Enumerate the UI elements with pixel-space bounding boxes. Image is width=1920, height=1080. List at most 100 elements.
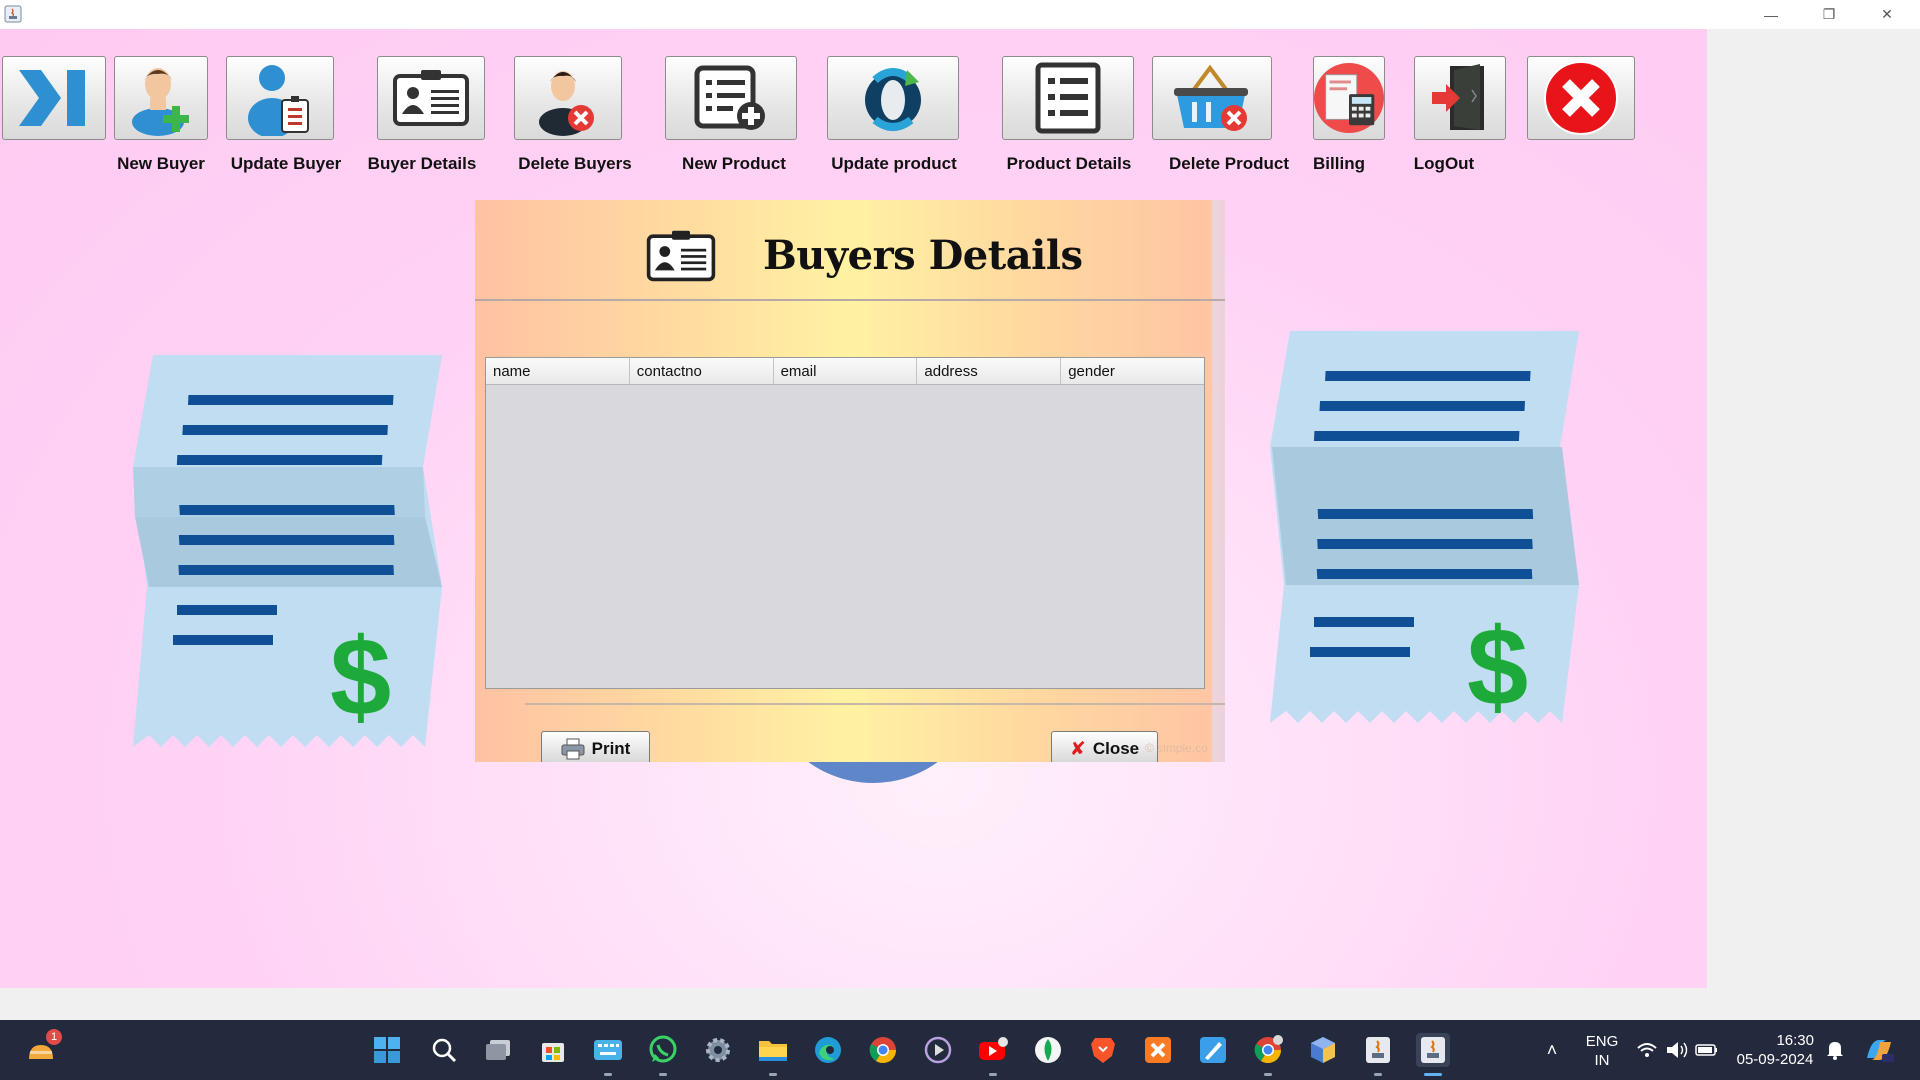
close-label: Close [1092,739,1140,758]
new-buyer-button[interactable] [114,56,208,140]
copilot-button[interactable] [1862,1033,1896,1067]
id-card-icon [393,70,469,126]
product-details-label: Product Details [1006,154,1132,173]
print-label: Print [591,739,631,758]
refresh-icon [865,68,921,131]
main-window-content: New Buyer Update Buyer Buyer Details Del… [0,29,1707,988]
region-label: IN [1594,1052,1610,1069]
logout-door-icon [1432,64,1484,130]
update-buyer-button[interactable] [226,56,334,140]
delete-buyers-button[interactable] [514,56,622,140]
dollar-icon-right: $ [1467,606,1528,729]
taskbar-java-app[interactable] [1361,1033,1395,1076]
play-icon [924,1036,952,1064]
logout-button[interactable] [1414,56,1506,140]
notifications-button[interactable] [1818,1033,1852,1067]
column-header-gender[interactable]: gender [1061,358,1204,384]
delete-product-label: Delete Product [1169,154,1289,173]
taskbar-java-app-active[interactable] [1416,1033,1450,1076]
table-header: name contactno email address gender [486,358,1204,385]
taskbar-microsoft-store[interactable] [536,1033,570,1067]
speaker-icon [1667,1042,1688,1058]
task-view-icon [486,1040,510,1060]
brave-lion-icon [1091,1038,1115,1063]
column-header-email[interactable]: email [774,358,918,384]
language-indicator[interactable]: ENG IN [1580,1032,1624,1070]
column-header-address[interactable]: address [917,358,1062,384]
time-display: 16:30 [1776,1032,1814,1049]
print-button[interactable]: Print [541,731,650,762]
delete-user-icon [539,71,594,136]
whatsapp-icon [649,1035,677,1063]
column-header-name[interactable]: name [486,358,630,384]
battery-status[interactable] [1690,1033,1724,1067]
taskbar-media-player[interactable] [921,1033,955,1067]
collapse-menu-button[interactable] [2,56,106,140]
close-button[interactable]: ✘ Close [1051,731,1158,762]
taskbar-xampp[interactable] [1141,1033,1175,1067]
dollar-icon-left: $ [330,616,391,739]
taskbar-mongodb[interactable] [1031,1033,1065,1067]
taskbar-brave[interactable] [1086,1033,1120,1067]
task-view-button[interactable] [481,1033,515,1067]
add-user-icon [132,68,189,136]
bell-icon [1827,1042,1843,1060]
clock[interactable]: 16:30 05-09-2024 [1730,1031,1820,1069]
taskbar-settings[interactable] [701,1033,735,1067]
column-header-contactno[interactable]: contactno [630,358,774,384]
minimize-button[interactable]: — [1742,0,1800,29]
new-buyer-label: New Buyer [117,154,205,173]
taskbar-chrome[interactable] [866,1033,900,1067]
buyers-details-dialog: Buyers Details name contactno email addr… [475,200,1225,762]
receipt-illustration-right: $ [1270,331,1579,729]
buyers-table[interactable]: name contactno email address gender [485,357,1205,689]
taskbar-virtualbox[interactable] [1306,1033,1340,1067]
add-list-icon [694,65,765,130]
taskbar-file-explorer[interactable] [756,1033,790,1076]
taskbar-youtube[interactable] [976,1033,1010,1076]
battery-icon [1695,1044,1717,1056]
buyer-details-button[interactable] [377,56,485,140]
receipt-illustration-left: $ [133,355,442,747]
taskbar-keyboard-app[interactable] [591,1033,625,1076]
new-product-button[interactable] [665,56,797,140]
billing-label: Billing [1313,154,1365,173]
exit-icon [1544,61,1618,135]
taskbar-paint-app[interactable] [1196,1033,1230,1067]
volume-control[interactable] [1660,1033,1694,1067]
youtube-icon [979,1037,1008,1060]
notification-badge: 1 [46,1029,62,1045]
update-product-button[interactable] [827,56,959,140]
exit-button[interactable] [1527,56,1635,140]
network-status[interactable] [1630,1033,1664,1067]
restore-button[interactable]: ❐ [1800,0,1858,29]
windows-taskbar: 1 ˄ ENG IN 16:30 05-09-2024 [0,1020,1920,1080]
divider [525,703,1225,705]
java-app-icon [4,5,22,23]
window-titlebar: — ❐ ✕ [0,0,1920,29]
buyer-details-label: Buyer Details [367,154,477,173]
chevron-up-icon: ˄ [1546,1039,1558,1060]
chrome-icon [1254,1035,1283,1064]
delete-product-button[interactable] [1152,56,1272,140]
weather-widget[interactable]: 1 [24,1029,62,1067]
billing-button[interactable] [1313,56,1385,140]
calculator-icon [1314,63,1384,133]
java-cup-icon [1421,1037,1445,1063]
show-hidden-icons-button[interactable]: ˄ [1535,1033,1569,1067]
folder-icon [759,1041,787,1061]
taskbar-edge[interactable] [811,1033,845,1067]
search-icon [432,1038,457,1063]
chrome-icon [869,1037,897,1064]
product-details-button[interactable] [1002,56,1134,140]
leaf-icon [1035,1037,1061,1063]
delete-basket-icon [1174,64,1248,131]
taskbar-chrome-profile[interactable] [1251,1033,1285,1076]
search-button[interactable] [427,1033,461,1067]
taskbar-whatsapp[interactable] [646,1033,680,1076]
start-button[interactable] [370,1033,404,1067]
update-product-label: Update product [831,154,957,173]
table-body[interactable] [486,385,1204,688]
logout-label: LogOut [1413,154,1475,173]
close-window-button[interactable]: ✕ [1858,0,1916,29]
